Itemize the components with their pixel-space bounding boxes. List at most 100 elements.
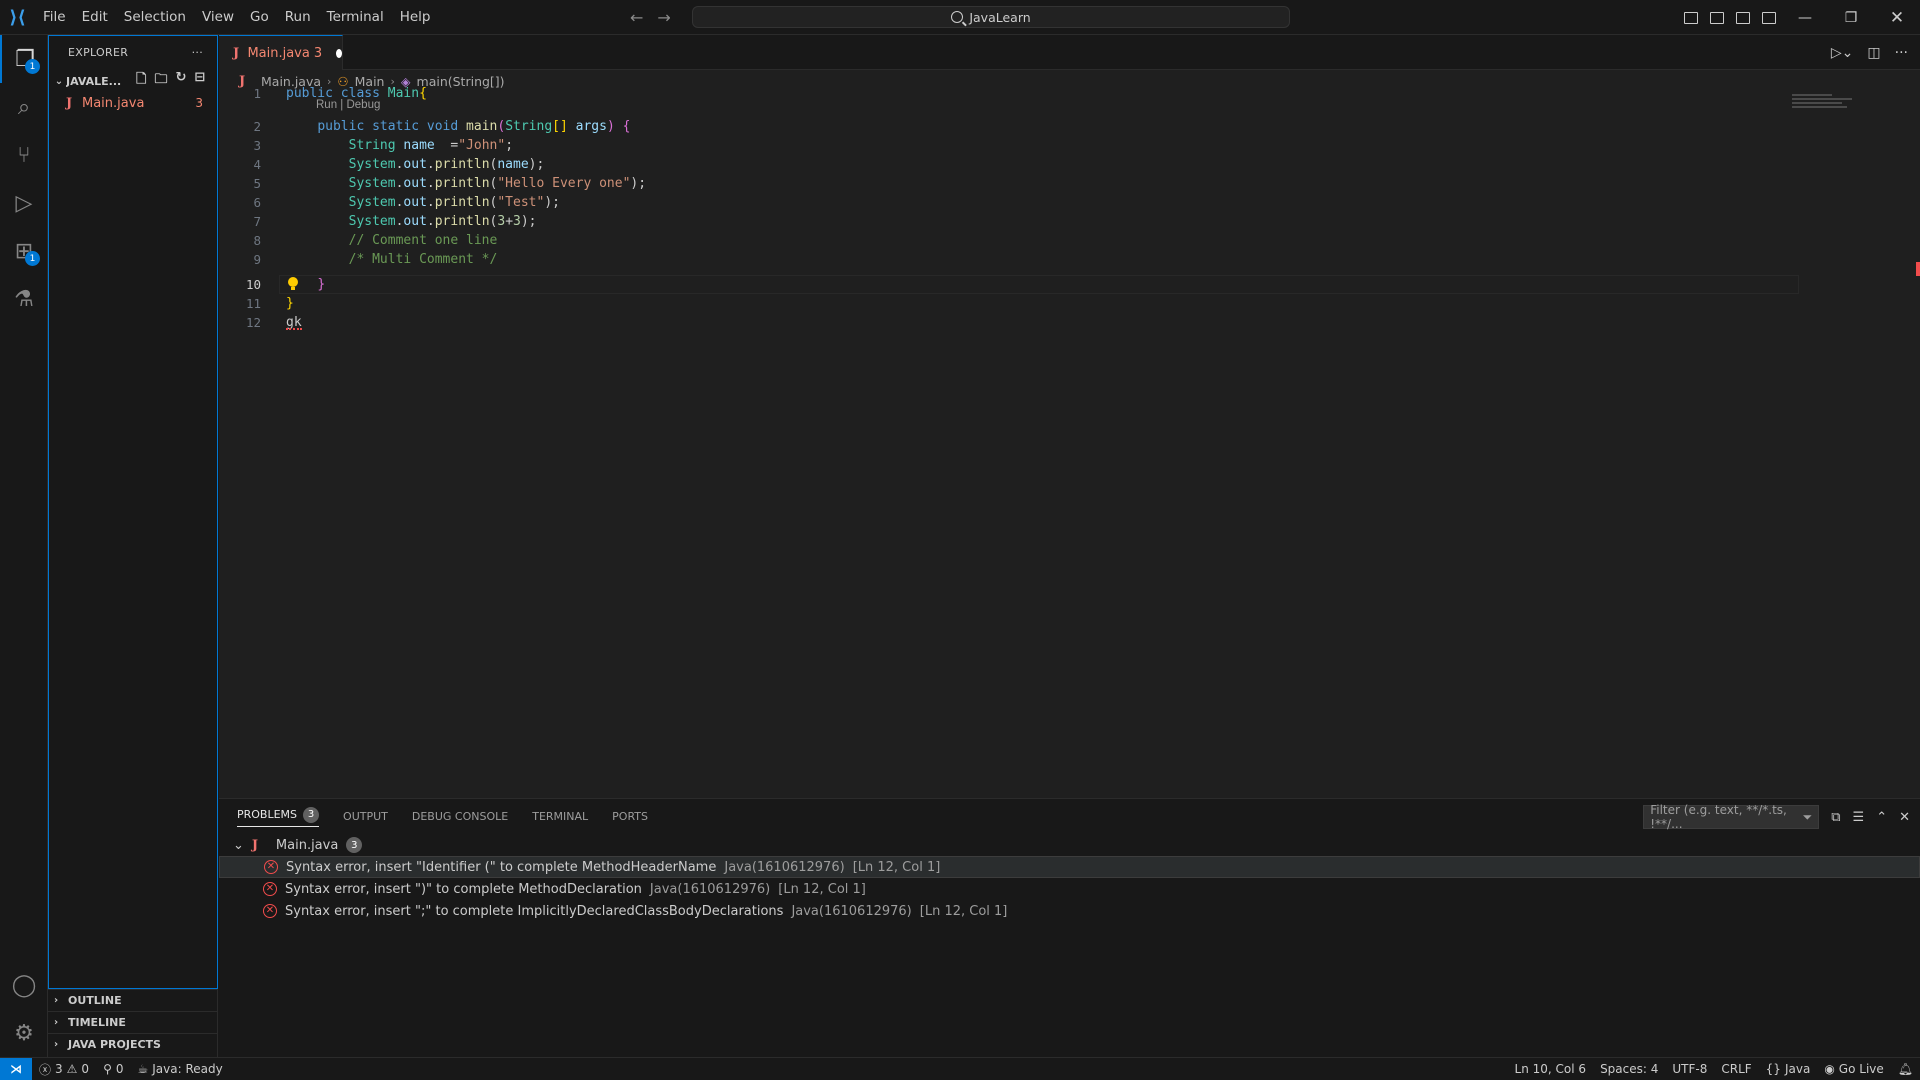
toggle-secondary-sidebar-button[interactable] <box>1732 7 1754 29</box>
filter-icon[interactable]: ⏷ <box>1803 810 1813 825</box>
menu-view[interactable]: View <box>194 0 242 35</box>
language-label: Java <box>1784 1062 1811 1076</box>
ports-status[interactable]: ⚲ 0 <box>96 1062 130 1076</box>
end-of-line[interactable]: CRLF <box>1714 1062 1758 1076</box>
problem-item[interactable]: ✕ Syntax error, insert ")" to complete M… <box>219 878 1920 900</box>
customize-layout-button[interactable] <box>1758 7 1780 29</box>
extensions-activity[interactable]: ⊞ 1 <box>0 227 48 275</box>
maximize-panel-icon[interactable]: ⌃ <box>1876 810 1887 825</box>
explorer-activity[interactable]: ❐ 1 <box>0 35 48 83</box>
code-line: 3 String name ="John"; <box>219 136 1920 155</box>
code-editor[interactable]: 1 public class Main{ Run | Debug 2 publi… <box>219 86 1920 798</box>
code-text: System.out.println("Hello Every one"); <box>348 176 647 191</box>
error-count: 3 <box>55 1062 63 1076</box>
close-panel-icon[interactable]: ✕ <box>1899 810 1910 825</box>
run-debug-icon: ▷ <box>15 190 33 216</box>
java-status-label: Java: Ready <box>152 1062 223 1076</box>
secondary-sidebar-layout-icon <box>1736 11 1750 24</box>
notifications[interactable]: 🔔︎ <box>1891 1062 1920 1076</box>
code-line: 8 // Comment one line <box>219 231 1920 250</box>
menu-go[interactable]: Go <box>242 0 277 35</box>
lightbulb-icon[interactable] <box>288 277 298 291</box>
menu-bar: File Edit Selection View Go Run Terminal… <box>35 0 438 35</box>
tab-terminal[interactable]: TERMINAL <box>532 810 588 823</box>
line-number: 9 <box>253 252 261 267</box>
remote-indicator[interactable]: ⋊ <box>0 1057 32 1080</box>
problems-status[interactable]: ⓧ 3 ⚠ 0 <box>32 1061 96 1078</box>
testing-activity[interactable]: ⚗ <box>0 275 48 323</box>
menu-edit[interactable]: Edit <box>74 0 116 35</box>
cursor-position[interactable]: Ln 10, Col 6 <box>1508 1062 1594 1076</box>
java-file-icon: J <box>251 837 259 853</box>
search-icon <box>951 11 964 23</box>
java-file-icon: J <box>233 45 240 61</box>
explorer-sidebar: EXPLORER ··· ⌄ JAVALE... 🗋 🗀 ↻ ⊟ J Main.… <box>48 35 218 1057</box>
search-activity[interactable]: ⌕ <box>0 83 48 131</box>
toggle-primary-sidebar-button[interactable] <box>1680 7 1702 29</box>
run-debug-codelens[interactable]: Run | Debug <box>316 99 380 111</box>
accounts-activity[interactable]: ◯ <box>0 961 48 1009</box>
code-line: 6 System.out.println("Test"); <box>219 193 1920 212</box>
timeline-section[interactable]: › TIMELINE <box>48 1011 218 1033</box>
menu-help[interactable]: Help <box>392 0 439 35</box>
line-number: 7 <box>253 214 261 229</box>
customize-layout-icon <box>1762 11 1776 24</box>
encoding[interactable]: UTF-8 <box>1665 1062 1714 1076</box>
manage-activity[interactable]: ⚙ <box>0 1009 48 1057</box>
collapse-all-icon[interactable]: ⧉ <box>1831 810 1840 825</box>
filter-placeholder: Filter (e.g. text, **/*.ts, !**/... <box>1650 803 1787 831</box>
view-as-list-icon[interactable]: ☰ <box>1853 810 1865 825</box>
unsaved-dot-icon[interactable] <box>336 48 342 58</box>
run-debug-activity[interactable]: ▷ <box>0 179 48 227</box>
tab-label: Main.java <box>247 45 310 61</box>
close-window-button[interactable]: ✕ <box>1874 0 1920 35</box>
problem-message: Syntax error, insert ";" to complete Imp… <box>285 903 784 919</box>
command-center-label: JavaLearn <box>969 9 1031 25</box>
problem-location: [Ln 12, Col 1] <box>778 881 866 897</box>
problem-location: [Ln 12, Col 1] <box>852 859 941 875</box>
tab-main-java[interactable]: J Main.java 3 <box>219 35 343 70</box>
split-editor-icon[interactable]: ◫ <box>1867 45 1880 61</box>
menu-selection[interactable]: Selection <box>116 0 194 35</box>
tab-problems[interactable]: PROBLEMS 3 <box>237 806 320 827</box>
problems-filter-input[interactable]: Filter (e.g. text, **/*.ts, !**/... ⏷ <box>1643 803 1820 831</box>
error-scroll-marker <box>1916 262 1920 276</box>
source-control-activity[interactable]: ⑂ <box>0 131 48 179</box>
problem-item[interactable]: ✕ Syntax error, insert "Identifier (" to… <box>219 856 1920 878</box>
code-text: } <box>286 296 294 311</box>
run-icon[interactable]: ▷⌄ <box>1831 45 1854 61</box>
indentation[interactable]: Spaces: 4 <box>1593 1062 1665 1076</box>
problem-file-name: Main.java <box>275 837 339 853</box>
tab-output[interactable]: OUTPUT <box>343 810 388 823</box>
editor-tabs: J Main.java 3 ▷⌄ ◫ ··· <box>219 35 1920 70</box>
ports-icon: ⚲ <box>103 1062 112 1076</box>
problem-file-group[interactable]: ⌄ J Main.java 3 <box>219 834 1920 856</box>
ports-count: 0 <box>115 1062 124 1076</box>
restore-button[interactable]: ❐ <box>1828 0 1874 35</box>
more-actions-icon[interactable]: ··· <box>1895 45 1908 61</box>
forward-arrow-icon[interactable]: → <box>657 8 670 27</box>
code-text: System.out.println(3+3); <box>348 214 537 229</box>
outline-section[interactable]: › OUTLINE <box>48 989 218 1011</box>
line-number: 5 <box>253 176 261 191</box>
toggle-panel-button[interactable] <box>1706 7 1728 29</box>
menu-terminal[interactable]: Terminal <box>319 0 392 35</box>
java-status[interactable]: ☕ Java: Ready <box>131 1062 230 1076</box>
command-center[interactable]: JavaLearn <box>692 6 1290 28</box>
tab-problem-count: 3 <box>313 45 323 61</box>
tab-ports[interactable]: PORTS <box>612 810 648 823</box>
tab-debug-console[interactable]: DEBUG CONSOLE <box>412 810 508 823</box>
menu-file[interactable]: File <box>35 0 74 35</box>
back-arrow-icon[interactable]: ← <box>630 8 643 27</box>
java-icon: ☕ <box>137 1062 149 1076</box>
minimize-button[interactable]: — <box>1782 0 1828 35</box>
menu-run[interactable]: Run <box>277 0 319 35</box>
problem-item[interactable]: ✕ Syntax error, insert ";" to complete I… <box>219 900 1920 922</box>
line-number: 3 <box>253 138 261 153</box>
vscode-logo-icon: ⟩⟨ <box>9 6 26 28</box>
minimap[interactable] <box>1788 92 1898 132</box>
go-live-button[interactable]: ◉ Go Live <box>1817 1062 1890 1076</box>
language-mode[interactable]: {} Java <box>1759 1062 1818 1076</box>
chevron-right-icon: › <box>54 1039 59 1050</box>
java-projects-section[interactable]: › JAVA PROJECTS <box>48 1033 218 1055</box>
